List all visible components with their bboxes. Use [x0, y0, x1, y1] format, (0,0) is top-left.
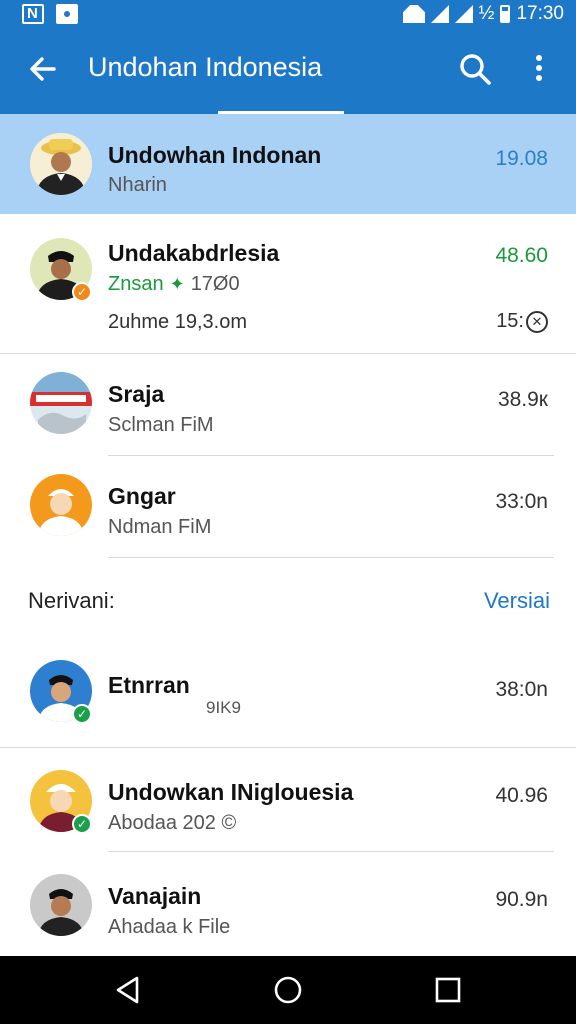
- wifi-icon: [403, 5, 425, 23]
- contact-name: Sraja: [108, 381, 165, 407]
- contact-name: Gngar: [108, 483, 176, 509]
- list-item[interactable]: Sraja Sclman FiM 38.9к: [0, 354, 576, 456]
- list-item[interactable]: Undowhan Indonan Nharin 19.08: [0, 114, 576, 214]
- search-button[interactable]: [458, 52, 492, 86]
- timestamp: 19.08: [495, 147, 548, 170]
- status-time: 17:30: [516, 3, 564, 24]
- list-item[interactable]: Gngar Ndman FiM 33:0n: [0, 456, 576, 558]
- page-title: Undohan Indonesia: [88, 52, 323, 82]
- contact-subtitle: Abodaa 202 ©: [108, 812, 237, 834]
- nav-back-button[interactable]: [111, 973, 145, 1007]
- contact-subtitle: 9IK9: [206, 698, 241, 717]
- list-item[interactable]: ✓ Etnrran 9IK9 38:0n: [0, 646, 576, 748]
- timestamp: 33:0n: [495, 490, 548, 513]
- contact-detail: 2uhme 19,3.om: [108, 311, 247, 333]
- more-dot: [536, 75, 542, 81]
- status-bar: ½ 17:30: [0, 0, 576, 30]
- app-bar: Undohan Indonesia: [0, 30, 576, 114]
- square-recents-icon: [435, 977, 461, 1003]
- nav-home-button[interactable]: [271, 973, 305, 1007]
- section-header: Nerivani: Versiai: [0, 560, 576, 646]
- timestamp: 38:0n: [495, 678, 548, 701]
- star-icon: ✦: [169, 274, 185, 294]
- news-notification-icon: [22, 4, 44, 24]
- contact-subtitle: Znsan ✦ 17Ø0: [108, 273, 240, 296]
- secondary-meta: 15: ✕: [496, 310, 548, 333]
- list-item[interactable]: ✓ Undakabdrlesia Znsan ✦ 17Ø0 2uhme 19,3.o…: [0, 214, 576, 354]
- avatar: [30, 874, 92, 936]
- avatar: [30, 372, 92, 434]
- contact-subtitle-extra: 17Ø0: [190, 273, 240, 295]
- avatar: [30, 474, 92, 536]
- avatar: [30, 133, 92, 195]
- signal-icon-2: [454, 5, 473, 23]
- more-options-button[interactable]: [530, 52, 548, 86]
- list-item[interactable]: ✓ Undowkan INiglouesia Abodaa 202 © 40.9…: [0, 748, 576, 852]
- timestamp: 90.9n: [495, 888, 548, 911]
- contact-subtitle: Ndman FiM: [108, 516, 212, 538]
- more-vert-icon: [536, 55, 542, 61]
- timestamp: 48.60: [495, 244, 548, 267]
- camera-notification-icon: [56, 4, 78, 24]
- section-action-link[interactable]: Versiai: [484, 588, 550, 614]
- nav-recents-button[interactable]: [431, 973, 465, 1007]
- list-item[interactable]: Vanajain Ahadaa k File 90.9n: [0, 852, 576, 956]
- battery-icon: [500, 5, 511, 23]
- arrow-left-icon: [30, 57, 56, 81]
- contact-subtitle-text: Znsan: [108, 273, 164, 295]
- verified-badge-icon: ✓: [72, 704, 92, 724]
- timer-icon: ✕: [526, 310, 548, 333]
- contact-subtitle: Ahadaa k File: [108, 916, 231, 938]
- timestamp: 38.9к: [497, 388, 548, 411]
- divider: [108, 557, 554, 558]
- timestamp: 40.96: [495, 784, 548, 807]
- circle-home-icon: [274, 976, 302, 1004]
- contact-name: Undakabdrlesia: [108, 240, 280, 266]
- contact-name: Etnrran: [108, 672, 190, 698]
- back-button[interactable]: [26, 52, 60, 86]
- more-dot: [536, 65, 542, 71]
- contact-subtitle: Sclman FiM: [108, 414, 214, 436]
- system-navigation-bar: [0, 956, 576, 1024]
- contact-name: Undowhan Indonan: [108, 142, 322, 168]
- triangle-back-icon: [116, 976, 139, 1004]
- contact-subtitle: Nharin: [108, 174, 167, 196]
- verified-badge-icon: ✓: [72, 814, 92, 834]
- contact-name: Vanajain: [108, 883, 202, 909]
- secondary-meta-text: 15:: [496, 310, 524, 332]
- verified-badge-icon: ✓: [72, 282, 92, 302]
- signal-icon: [430, 5, 449, 23]
- section-label: Nerivani:: [28, 588, 115, 613]
- network-type: ½: [478, 3, 495, 24]
- search-icon: [460, 54, 491, 85]
- contact-name: Undowkan INiglouesia: [108, 779, 354, 805]
